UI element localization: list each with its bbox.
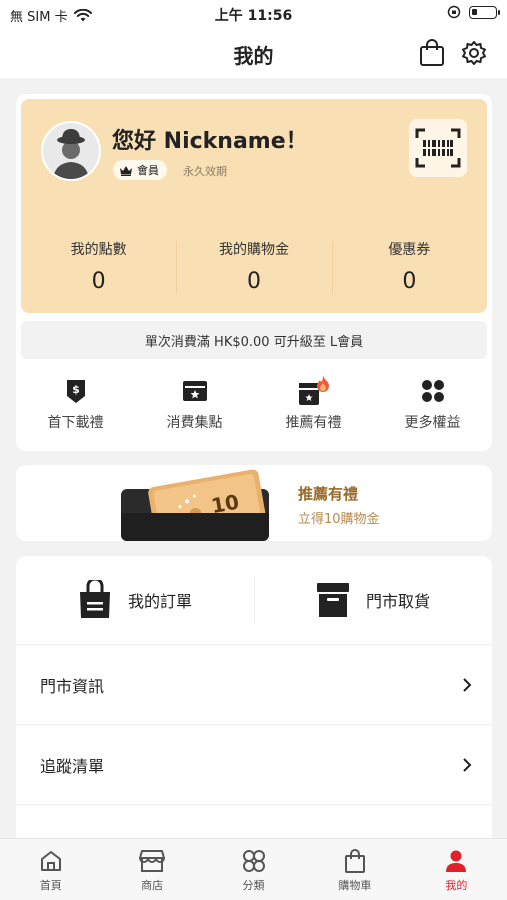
perk-first-download[interactable]: $ 首下載禮 <box>16 372 135 442</box>
stat-label: 優惠券 <box>388 242 431 258</box>
tab-label: 首頁 <box>39 879 62 892</box>
status-bar: 無 SIM 卡 上午 11:56 <box>0 0 507 28</box>
tab-label: 購物車 <box>338 879 372 892</box>
order-bag-icon <box>79 580 110 618</box>
person-icon <box>446 850 467 872</box>
my-orders-label: 我的訂單 <box>127 592 192 611</box>
star-wallet-icon <box>182 381 207 401</box>
list-item-label: 追蹤清單 <box>40 756 105 776</box>
clock: 上午 11:56 <box>214 8 293 24</box>
stat-value: 0 <box>402 269 417 294</box>
orders-section: 我的訂單 門市取貨 門市資訊 追蹤清單 瀏覽記錄 <box>16 556 492 846</box>
perk-earn-points[interactable]: 消費集點 <box>135 372 254 442</box>
gift-hot-icon <box>298 375 329 405</box>
validity-text: 永久效期 <box>183 165 227 178</box>
perk-label: 首下載禮 <box>47 415 104 431</box>
member-level-label: 會員 <box>137 164 159 177</box>
tab-store[interactable]: 商店 <box>101 839 202 900</box>
list-item-store-info[interactable]: 門市資訊 <box>16 644 492 724</box>
member-card[interactable]: 您好 Nickname！ 會員 永久效期 我的點數 0 我的購物金 0 優惠券 … <box>21 99 487 313</box>
member-panel: 您好 Nickname！ 會員 永久效期 我的點數 0 我的購物金 0 優惠券 … <box>16 94 492 451</box>
tab-label: 我的 <box>445 879 468 892</box>
chevron-right-icon <box>463 677 472 692</box>
gear-icon[interactable] <box>459 38 489 68</box>
grid-dots-icon <box>421 380 444 402</box>
stat-label: 我的點數 <box>70 242 127 258</box>
status-right <box>447 5 500 19</box>
orientation-lock-icon <box>447 5 461 19</box>
chevron-right-icon <box>463 757 472 772</box>
tab-my[interactable]: 我的 <box>406 839 507 900</box>
category-icon <box>242 850 265 872</box>
list-item-label: 門市資訊 <box>40 676 105 696</box>
home-icon <box>40 851 61 871</box>
order-shortcuts: 我的訂單 門市取貨 <box>16 556 492 644</box>
perk-referral[interactable]: 推薦有禮 <box>254 372 373 442</box>
tab-cart[interactable]: 購物車 <box>304 839 405 900</box>
upgrade-notice: 單次消費滿 HK$0.00 可升級至 L會員 <box>21 321 487 359</box>
stat-coupons[interactable]: 優惠券 0 <box>331 239 487 299</box>
ticket-envelope-illustration: 10 <box>121 469 269 541</box>
member-stats: 我的點數 0 我的購物金 0 優惠券 0 <box>21 239 487 299</box>
tab-category[interactable]: 分類 <box>203 839 304 900</box>
greeting-text: 您好 Nickname！ <box>112 129 308 154</box>
member-barcode-button[interactable] <box>409 119 467 177</box>
dollar-tag-icon: $ <box>66 380 85 403</box>
stat-points[interactable]: 我的點數 0 <box>21 239 176 299</box>
member-level-badge: 會員 <box>113 160 167 180</box>
store-pickup-button[interactable]: 門市取貨 <box>254 556 492 644</box>
pickup-box-icon <box>316 583 349 617</box>
stat-label: 我的購物金 <box>218 242 289 258</box>
nav-bar: 我的 <box>0 28 507 78</box>
battery-icon <box>469 5 500 19</box>
barcode-scan-icon <box>415 128 461 168</box>
tab-label: 分類 <box>242 879 265 892</box>
crown-icon <box>120 165 132 176</box>
referral-banner[interactable]: 10 推薦有禮 立得10購物金 <box>16 465 492 541</box>
my-orders-button[interactable]: 我的訂單 <box>16 556 254 644</box>
stat-shopping-credit[interactable]: 我的購物金 0 <box>176 239 331 299</box>
tab-home[interactable]: 首頁 <box>0 839 101 900</box>
perk-label: 推薦有禮 <box>285 415 342 431</box>
perk-more-benefits[interactable]: 更多權益 <box>373 372 492 442</box>
stat-value: 0 <box>246 269 261 294</box>
shopping-bag-icon[interactable] <box>417 38 447 68</box>
perk-label: 消費集點 <box>166 415 223 431</box>
list-item-wishlist[interactable]: 追蹤清單 <box>16 724 492 804</box>
store-icon <box>139 850 166 872</box>
tab-bar: 首頁 商店 分類 購物車 我的 <box>0 838 507 900</box>
banner-subtitle: 立得10購物金 <box>298 512 380 527</box>
tab-label: 商店 <box>141 879 164 892</box>
perks-row: $ 首下載禮 消費集點 推薦有禮 更多權益 <box>16 372 492 442</box>
perk-label: 更多權益 <box>404 415 461 431</box>
stat-value: 0 <box>91 269 106 294</box>
store-pickup-label: 門市取貨 <box>365 592 430 611</box>
svg-text:$: $ <box>72 383 80 396</box>
banner-title: 推薦有禮 <box>298 485 359 503</box>
avatar[interactable] <box>41 121 101 181</box>
cart-bag-icon <box>344 849 365 873</box>
